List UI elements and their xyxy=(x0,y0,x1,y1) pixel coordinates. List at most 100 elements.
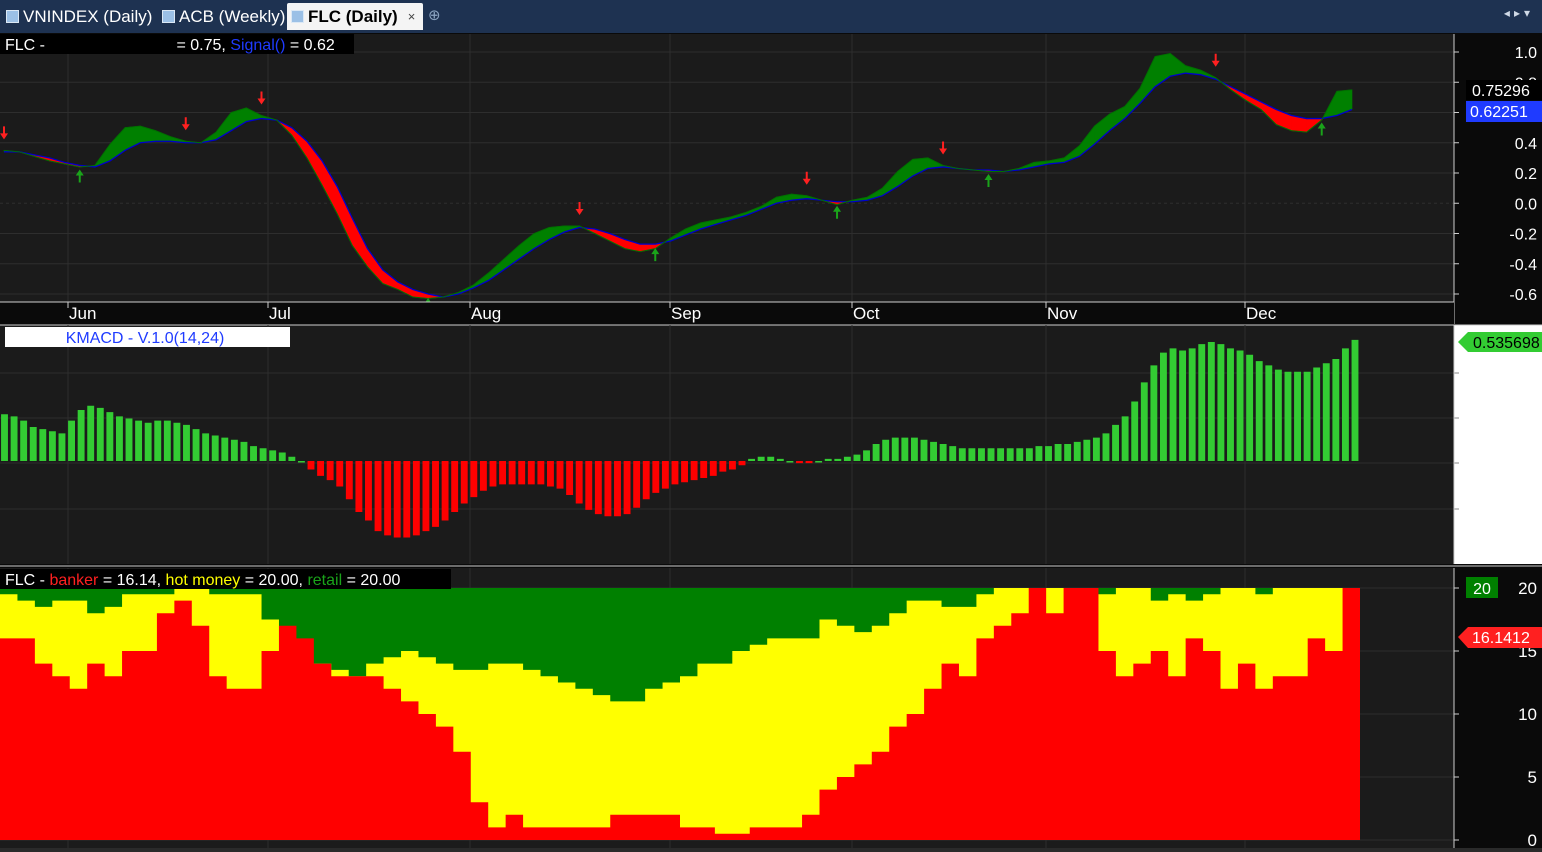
panel3-y-tick-label: 20 xyxy=(1518,579,1537,598)
kmacd-bar xyxy=(1064,444,1072,461)
kmacd-bar xyxy=(1207,342,1215,461)
kmacd-bar xyxy=(757,456,765,461)
kmacd-bar xyxy=(566,461,574,495)
kmacd-bar xyxy=(451,461,459,512)
kmacd-bar xyxy=(1150,365,1158,461)
kmacd-bar xyxy=(365,461,372,521)
kmacd-bar xyxy=(307,461,315,470)
panel1-y-tick-label: -0.6 xyxy=(1509,287,1537,304)
kmacd-bar xyxy=(843,456,851,461)
kmacd-bar xyxy=(958,448,966,461)
kmacd-bar xyxy=(556,461,564,489)
kmacd-bar xyxy=(183,424,190,461)
kmacd-bar xyxy=(863,450,870,461)
kmacd-bar xyxy=(767,456,775,461)
kmacd-bar xyxy=(1351,339,1359,461)
kmacd-bar xyxy=(1236,350,1244,461)
kmacd-bar xyxy=(288,456,296,461)
kmacd-bar xyxy=(891,437,899,461)
kmacd-bar xyxy=(278,452,286,461)
kmacd-bar xyxy=(997,448,1005,461)
legend-banker-label: banker xyxy=(49,572,99,589)
kmacd-bar xyxy=(872,444,880,461)
kmacd-bar xyxy=(135,420,143,461)
kmacd-bar xyxy=(125,418,133,461)
kmacd-bar xyxy=(470,461,478,498)
kmacd-bar xyxy=(1006,448,1014,461)
kmacd-bar xyxy=(163,420,171,461)
kmacd-bar xyxy=(681,461,688,483)
kmacd-bar xyxy=(968,448,976,461)
x-axis-label: Oct xyxy=(853,304,880,323)
kmacd-bar xyxy=(786,461,794,463)
kmacd-bar xyxy=(297,461,305,463)
kmacd-bar xyxy=(901,437,909,461)
kmacd-bar xyxy=(796,461,803,464)
kmacd-bar xyxy=(623,461,631,515)
kmacd-bar xyxy=(393,461,401,538)
kmacd-bar xyxy=(355,461,363,512)
kmacd-bar xyxy=(10,416,18,461)
panel3-tag-top: 20 xyxy=(1473,581,1491,598)
kmacd-bar xyxy=(1341,348,1349,461)
legend-retail-value: = 20.00 xyxy=(342,572,400,589)
kmacd-bar xyxy=(1092,437,1100,461)
kmacd-bar xyxy=(719,461,727,472)
kmacd-bar xyxy=(652,461,660,493)
panel3-y-tick-label: 0 xyxy=(1528,831,1537,850)
kmacd-bar xyxy=(671,461,679,485)
chart-canvas[interactable]: 1.00.80.60.40.20.0-0.2-0.4-0.6FLC - = 0.… xyxy=(0,0,1542,852)
kmacd-bar xyxy=(1054,444,1062,461)
kmacd-bar xyxy=(728,461,736,470)
kmacd-bar xyxy=(1121,416,1129,461)
kmacd-bar xyxy=(48,431,56,461)
kmacd-bar xyxy=(614,461,621,517)
kmacd-bar xyxy=(1025,448,1033,461)
kmacd-bar xyxy=(460,461,468,504)
panel2-value-tag: 0.535698 xyxy=(1473,335,1540,352)
price-tag-main: 0.75296 xyxy=(1472,83,1530,100)
kmacd-bar xyxy=(403,461,411,538)
kmacd-bar xyxy=(1112,424,1119,461)
kmacd-bar xyxy=(269,450,277,461)
kmacd-bar xyxy=(1246,354,1254,461)
kmacd-bar xyxy=(422,461,430,532)
kmacd-bar xyxy=(39,429,47,461)
x-axis-label: Dec xyxy=(1246,304,1277,323)
kmacd-bar xyxy=(987,448,995,461)
kmacd-bar xyxy=(1035,446,1043,461)
kmacd-bar xyxy=(1140,382,1148,461)
kmacd-bar xyxy=(1332,359,1340,461)
kmacd-bar xyxy=(642,461,650,500)
legend-banker-value: = 16.14, xyxy=(98,572,165,589)
kmacd-bar xyxy=(585,461,593,510)
panel1-y-tick-label: 0.0 xyxy=(1515,196,1537,213)
kmacd-bar xyxy=(661,461,669,489)
kmacd-bar xyxy=(1294,371,1301,461)
kmacd-bar xyxy=(633,461,641,508)
panel3-y-tick-label: 10 xyxy=(1518,705,1537,724)
kmacd-bar xyxy=(250,446,257,461)
kmacd-bar xyxy=(68,420,75,461)
panel1-title-signal-value: = 0.62 xyxy=(285,37,334,54)
kmacd-bar xyxy=(154,420,162,461)
kmacd-bar xyxy=(374,461,382,532)
panel3-title-symbol: FLC - xyxy=(5,572,49,589)
kmacd-bar xyxy=(87,405,95,461)
kmacd-bar xyxy=(221,437,229,461)
panel1-title-main-value: = 0.75, xyxy=(172,37,230,54)
panel2-title: KMACD - V.1.0(14,24) xyxy=(66,330,225,347)
kmacd-bar xyxy=(815,461,823,463)
kmacd-bar xyxy=(432,461,439,527)
kmacd-bar xyxy=(824,458,832,461)
kmacd-bar xyxy=(1159,352,1167,461)
kmacd-bar xyxy=(58,433,66,461)
kmacd-bar xyxy=(1083,439,1091,461)
kmacd-bar xyxy=(518,461,526,485)
x-axis-label: Jun xyxy=(69,304,96,323)
panel1-title-symbol: FLC - xyxy=(5,37,45,54)
kmacd-bar xyxy=(144,422,152,461)
kmacd-bar xyxy=(748,458,756,461)
kmacd-bar xyxy=(115,416,123,461)
kmacd-bar xyxy=(575,461,583,504)
